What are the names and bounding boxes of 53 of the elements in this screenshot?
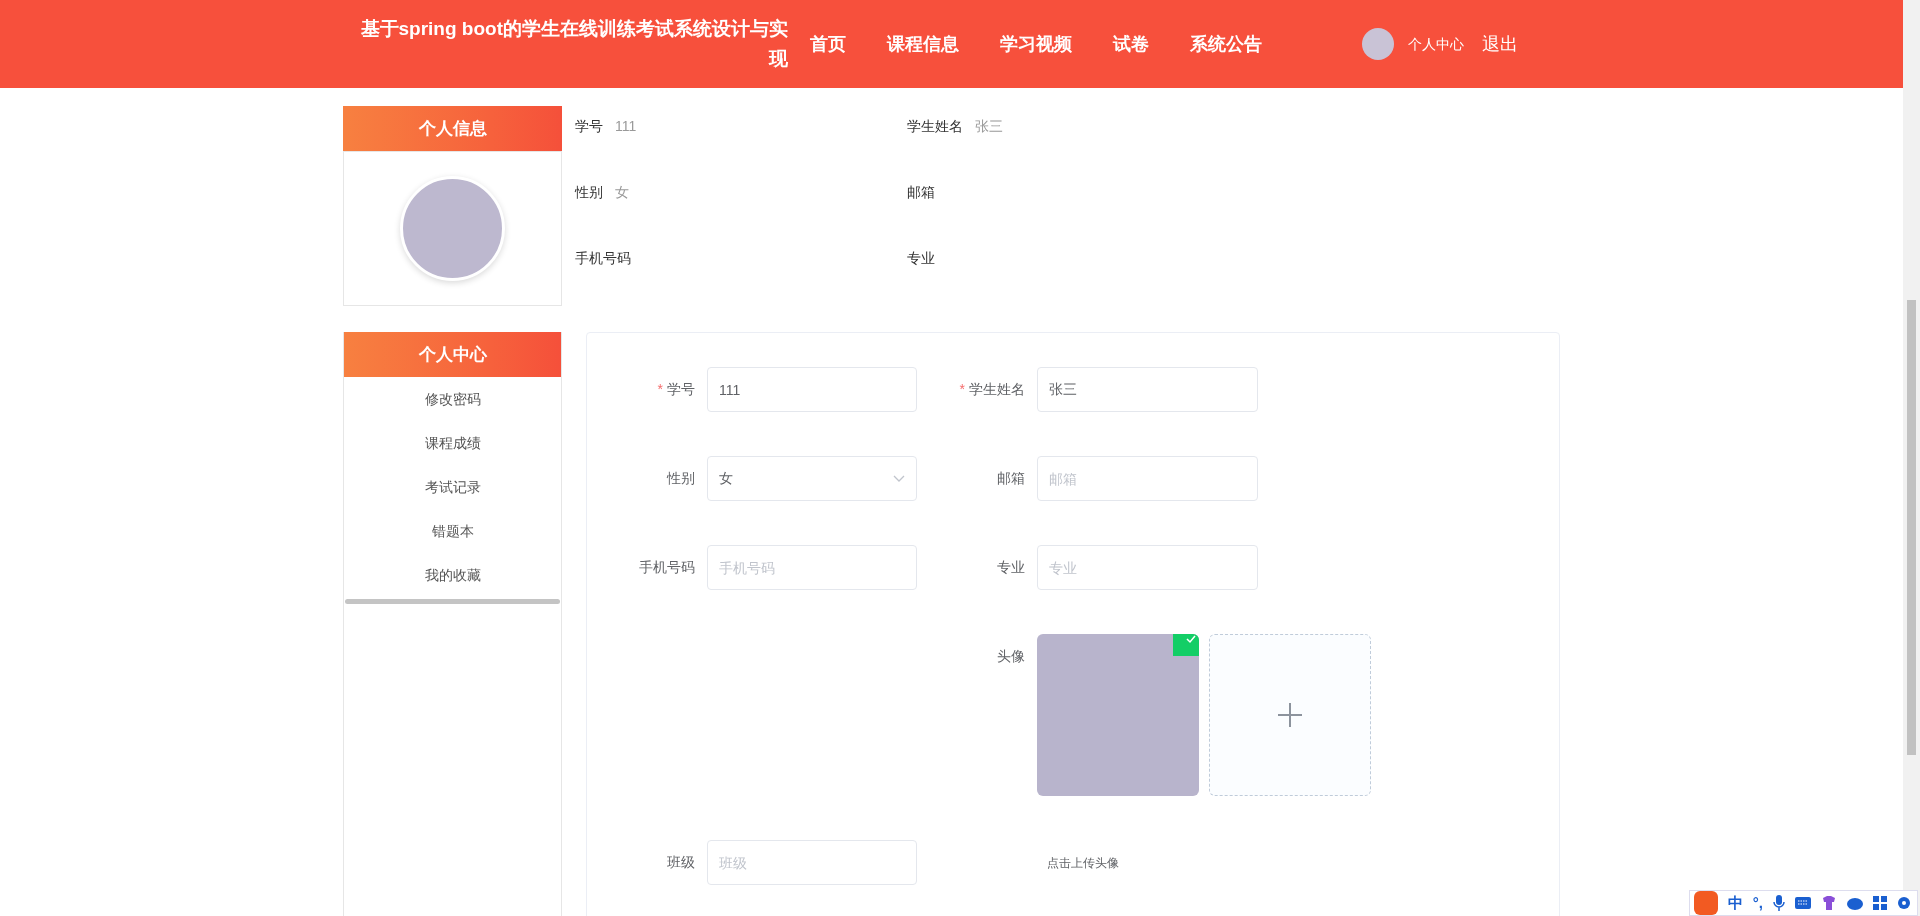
microphone-icon[interactable] — [1773, 895, 1785, 911]
sidebar-item[interactable]: 错题本 — [431, 520, 474, 542]
select-field[interactable]: 女 — [707, 456, 917, 501]
ime-mode-button[interactable]: °, — [1752, 891, 1763, 915]
scrollbar-thumb[interactable] — [1907, 300, 1916, 755]
text-field[interactable]: 张三 — [1037, 367, 1258, 412]
text-field[interactable]: 邮箱 — [1037, 456, 1258, 501]
field-label: 学生姓名 — [969, 380, 1025, 399]
text-field[interactable]: 专业 — [1037, 545, 1258, 590]
site-title: 基于spring boot的学生在线训练考试系统设计与实现 — [359, 17, 788, 71]
ime-mode-button[interactable]: 中 — [1727, 891, 1743, 915]
grid-icon[interactable] — [1873, 896, 1887, 910]
ime-logo-icon[interactable] — [1693, 891, 1718, 915]
info-label: 学生姓名 — [907, 117, 963, 136]
info-label: 邮箱 — [907, 183, 935, 202]
text-field[interactable]: 班级 — [707, 840, 917, 885]
info-label: 专业 — [907, 249, 935, 268]
info-label: 手机号码 — [575, 249, 631, 268]
required-asterisk: * — [959, 380, 965, 399]
keyboard-icon[interactable] — [1795, 897, 1811, 909]
nav-link[interactable]: 课程信息 — [887, 30, 959, 58]
info-value: 111 — [615, 117, 637, 136]
success-corner-icon — [1173, 634, 1199, 656]
plus-icon — [1276, 701, 1304, 729]
text-field[interactable]: 111 — [707, 367, 917, 412]
logout-link[interactable]: 退出 — [1482, 30, 1518, 58]
field-label: 专业 — [997, 558, 1025, 577]
nav-link[interactable]: 学习视频 — [1000, 30, 1072, 58]
field-label: 邮箱 — [997, 469, 1025, 488]
field-label: 性别 — [667, 469, 695, 488]
field-label: 班级 — [667, 853, 695, 872]
user-center-link[interactable]: 个人中心 — [1408, 33, 1464, 55]
nav-link[interactable]: 首页 — [810, 30, 846, 58]
chevron-down-icon — [893, 474, 905, 483]
shirt-icon[interactable] — [1821, 895, 1837, 911]
required-asterisk: * — [657, 380, 663, 399]
panel-header: 个人信息 — [343, 106, 562, 151]
info-label: 性别 — [575, 183, 603, 202]
info-value: 张三 — [975, 117, 1003, 136]
upload-hint: 点击上传头像 — [1047, 854, 1119, 872]
field-label: 头像 — [997, 647, 1025, 666]
info-value: 女 — [615, 183, 629, 202]
info-label: 学号 — [575, 117, 603, 136]
panel-header: 个人中心 — [344, 332, 561, 377]
sidebar-item[interactable]: 修改密码 — [424, 388, 481, 410]
field-label: 手机号码 — [639, 558, 695, 577]
field-label: 学号 — [667, 380, 695, 399]
nav-link[interactable]: 试卷 — [1113, 30, 1149, 58]
sidebar-item[interactable]: 考试记录 — [424, 476, 481, 498]
nav-link[interactable]: 系统公告 — [1190, 30, 1262, 58]
sidebar-item[interactable]: 我的收藏 — [424, 564, 481, 586]
sidebar-item[interactable]: 课程成绩 — [424, 432, 481, 454]
text-field[interactable]: 手机号码 — [707, 545, 917, 590]
